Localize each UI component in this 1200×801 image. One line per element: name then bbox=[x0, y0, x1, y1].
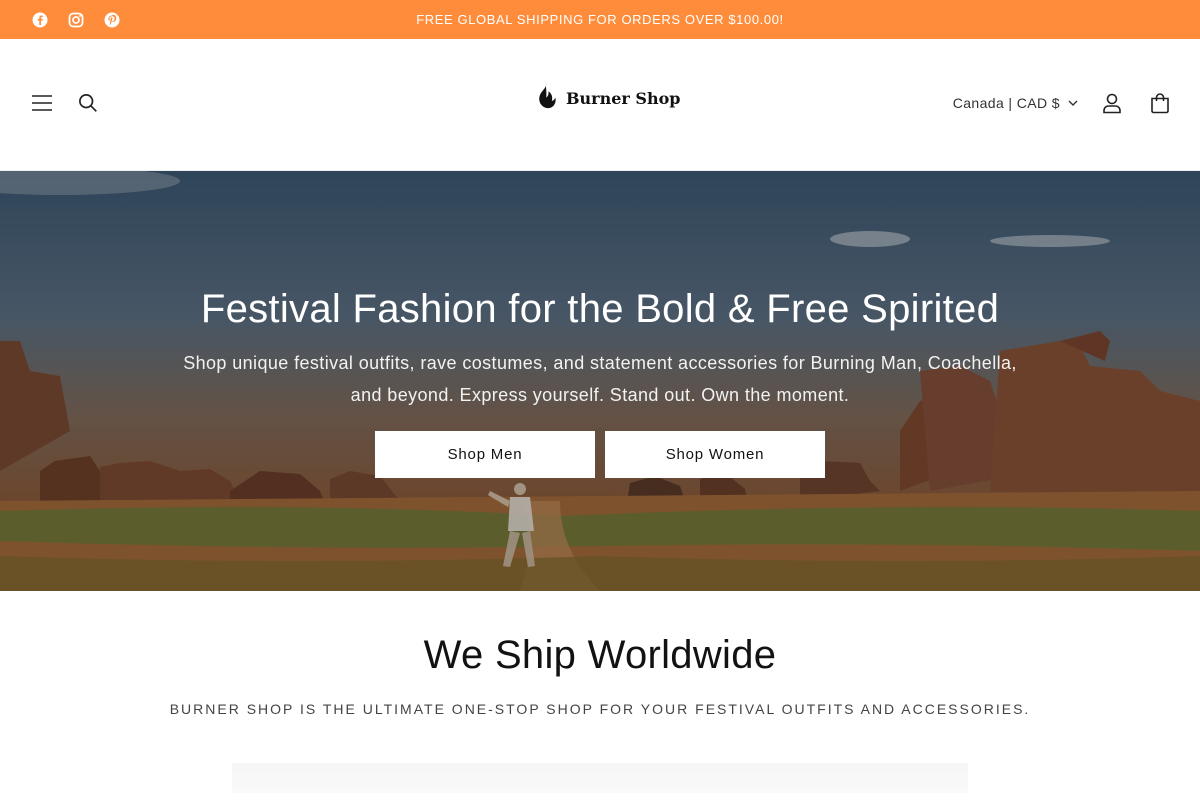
hero-subtitle: Shop unique festival outfits, rave costu… bbox=[183, 353, 1017, 405]
menu-icon[interactable] bbox=[30, 91, 54, 115]
cart-icon[interactable] bbox=[1146, 91, 1174, 115]
chevron-down-icon bbox=[1068, 100, 1078, 106]
announcement-text: FREE GLOBAL SHIPPING FOR ORDERS OVER $10… bbox=[416, 12, 784, 27]
instagram-icon[interactable] bbox=[66, 10, 86, 30]
site-logo[interactable]: Burner Shop bbox=[536, 82, 680, 114]
country-selector-label: Canada | CAD $ bbox=[952, 95, 1060, 111]
faded-text-block bbox=[232, 763, 968, 793]
section-subtitle: BURNER SHOP IS THE ULTIMATE ONE-STOP SHO… bbox=[169, 701, 1031, 717]
shipping-section: We Ship Worldwide BURNER SHOP IS THE ULT… bbox=[0, 591, 1200, 801]
hero-title: Festival Fashion for the Bold & Free Spi… bbox=[200, 287, 1000, 331]
section-title: We Ship Worldwide bbox=[423, 633, 777, 677]
country-selector[interactable]: Canada | CAD $ bbox=[953, 95, 1078, 111]
announcement-bar: FREE GLOBAL SHIPPING FOR ORDERS OVER $10… bbox=[0, 0, 1200, 39]
search-icon[interactable] bbox=[76, 91, 100, 115]
shop-women-button[interactable]: Shop Women bbox=[605, 431, 825, 478]
flame-logo-icon bbox=[539, 83, 556, 109]
logo-text: Burner Shop bbox=[566, 88, 681, 108]
shop-men-button[interactable]: Shop Men bbox=[375, 431, 595, 478]
account-icon[interactable] bbox=[1098, 91, 1126, 115]
social-links bbox=[30, 0, 122, 39]
facebook-icon[interactable] bbox=[30, 10, 50, 30]
hero-banner: Festival Fashion for the Bold & Free Spi… bbox=[0, 171, 1200, 591]
site-header: Burner Shop Canada | CAD $ bbox=[0, 39, 1200, 171]
pinterest-icon[interactable] bbox=[102, 10, 122, 30]
